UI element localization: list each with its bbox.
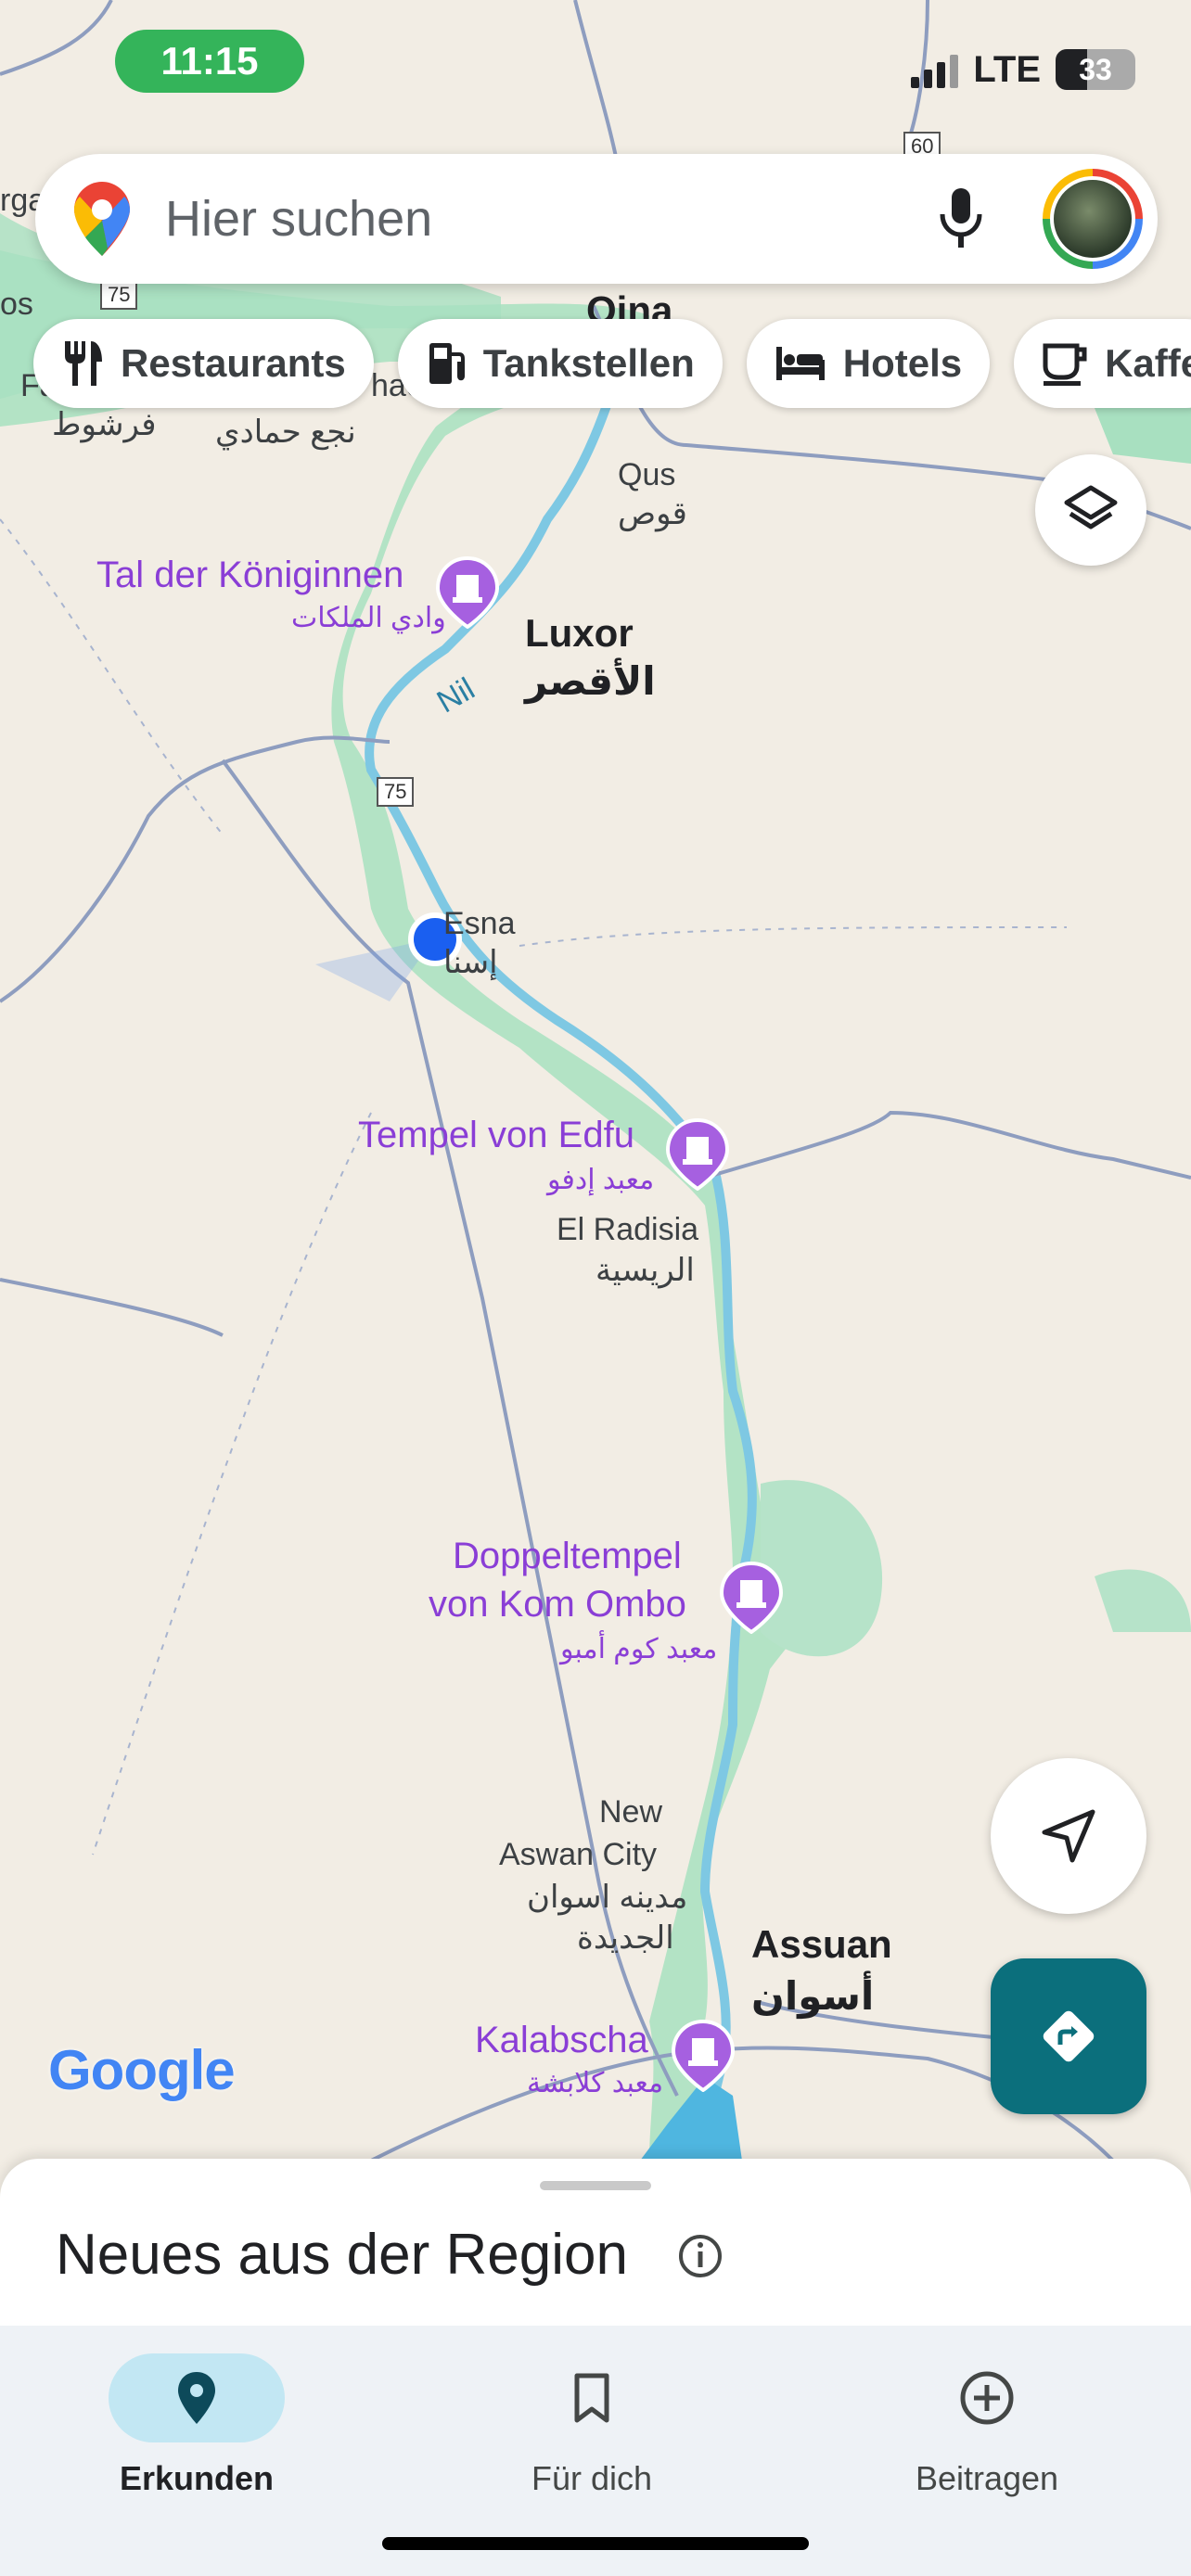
temple-marker-icon[interactable]: [720, 1562, 783, 1634]
bookmark-icon: [574, 2373, 609, 2423]
place-label-luxor[interactable]: Luxor: [525, 611, 634, 655]
place-label-new-aswan[interactable]: Aswan City: [499, 1837, 657, 1872]
road-shield-75: 75: [100, 280, 138, 310]
add-circle-icon: [960, 2371, 1014, 2425]
network-type: LTE: [973, 48, 1041, 90]
nav-item-beitragen[interactable]: Beitragen: [848, 2353, 1126, 2498]
place-label-esna[interactable]: Esna: [443, 906, 516, 941]
poi-label-edfu[interactable]: Tempel von Edfu: [358, 1115, 634, 1155]
place-label-el-radisia-ar: الريسية: [596, 1253, 695, 1288]
place-label-el-radisia[interactable]: El Radisia: [557, 1212, 698, 1247]
nav-item-erkunden[interactable]: Erkunden: [58, 2353, 336, 2498]
search-bar[interactable]: Hier suchen: [35, 154, 1158, 284]
microphone-icon[interactable]: [935, 186, 987, 251]
place-label-qus-ar: قوص: [618, 496, 687, 531]
poi-label-kalabscha[interactable]: Kalabscha: [475, 2020, 648, 2060]
sheet-drag-handle[interactable]: [540, 2181, 651, 2190]
nav-item-fuer-dich[interactable]: Für dich: [453, 2353, 731, 2498]
battery-icon: 33: [1056, 49, 1135, 90]
layers-icon: [1064, 485, 1118, 529]
signal-icon: [911, 51, 959, 88]
place-label-new-aswan[interactable]: New: [599, 1794, 662, 1830]
place-label-new-aswan-ar: مدينه اسوان: [527, 1880, 688, 1915]
place-label-farshut: فرشوط: [52, 407, 157, 442]
google-watermark: Google: [48, 2039, 236, 2101]
coffee-cup-icon: [1043, 343, 1087, 386]
poi-label-kom-ombo[interactable]: von Kom Ombo: [429, 1584, 686, 1625]
explore-pin-icon: [178, 2372, 215, 2424]
poi-label-tal-ar: وادي الملكات: [291, 603, 446, 633]
chip-kaffee[interactable]: Kaffe: [1014, 319, 1191, 408]
account-avatar[interactable]: [1043, 169, 1143, 269]
sheet-title: Neues aus der Region: [56, 2223, 628, 2287]
temple-marker-icon[interactable]: [436, 556, 499, 629]
poi-label-kalabscha-ar: معبد كلابشة: [527, 2068, 664, 2098]
status-indicators: LTE 33: [911, 46, 1135, 93]
home-indicator[interactable]: [382, 2537, 809, 2550]
category-chips: Restaurants Tankstellen Hotels Kaffe: [33, 319, 1191, 408]
temple-marker-icon[interactable]: [672, 2020, 735, 2092]
poi-label-kom-ombo[interactable]: Doppeltempel: [453, 1536, 682, 1576]
place-label-esna-ar: إسنا: [443, 945, 498, 980]
place-label-luxor-ar: الأقصر: [525, 659, 656, 703]
chip-tankstellen[interactable]: Tankstellen: [397, 319, 723, 408]
google-maps-pin-icon: [74, 182, 130, 256]
my-location-button[interactable]: [991, 1758, 1146, 1914]
gas-station-icon: [429, 343, 465, 384]
poi-label-edfu-ar: معبد إدفو: [547, 1165, 655, 1195]
directions-icon: [1043, 2010, 1095, 2062]
directions-button[interactable]: [991, 1958, 1146, 2114]
place-label-edge: os: [0, 287, 33, 322]
poi-label-kom-ombo-ar: معبد كوم أمبو: [560, 1634, 718, 1664]
chip-hotels[interactable]: Hotels: [746, 319, 991, 408]
bottom-sheet[interactable]: Neues aus der Region: [0, 2159, 1191, 2326]
navigation-arrow-icon: [1042, 1809, 1095, 1863]
chip-restaurants[interactable]: Restaurants: [33, 319, 374, 408]
nav-label: Erkunden: [119, 2459, 275, 2497]
place-label-new-aswan-ar: الجديدة: [577, 1920, 674, 1956]
nav-label: Für dich: [531, 2459, 653, 2497]
place-label-nag-hammadi: نجع حمادي: [215, 414, 356, 450]
info-icon[interactable]: [677, 2233, 724, 2279]
temple-marker-icon[interactable]: [666, 1118, 729, 1191]
poi-label-tal-der-koeniginnen[interactable]: Tal der Königinnen: [96, 555, 403, 595]
search-input[interactable]: Hier suchen: [165, 190, 935, 248]
place-label-qus[interactable]: Qus: [618, 457, 675, 492]
nav-label: Beitragen: [915, 2459, 1059, 2497]
place-label-assuan[interactable]: Assuan: [751, 1922, 892, 1966]
bed-icon: [775, 347, 825, 380]
road-shield-75: 75: [377, 777, 415, 807]
fork-knife-icon: [65, 341, 102, 386]
status-time: 11:15: [115, 30, 304, 93]
place-label-assuan-ar: أسوان: [751, 1974, 875, 2018]
layers-button[interactable]: [1035, 454, 1146, 566]
